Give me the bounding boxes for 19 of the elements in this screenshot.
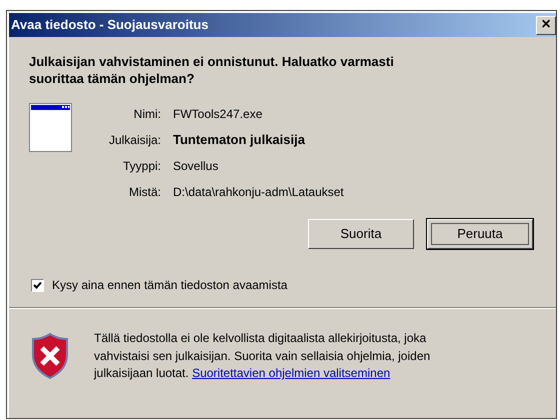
warning-text: Tällä tiedostolla ei ole kelvollista digitaalista allekirjoitusta, joka vahvistaisi sen julkaisijan. Suorita vain sellaisia ohjelmia, joiden julkaisijaan luotat. Suoritettavien ohjelmien valitseminen bbox=[94, 330, 432, 382]
field-value: Sovellus bbox=[173, 158, 218, 175]
window-title: Avaa tiedosto - Suojausvaroitus bbox=[11, 16, 208, 34]
help-link[interactable]: Suoritettavien ohjelmien valitseminen bbox=[192, 366, 390, 380]
field-value: D:\data\rahkonju-adm\Lataukset bbox=[173, 184, 344, 201]
field-label: Julkaisija: bbox=[108, 132, 162, 149]
close-button[interactable]: × bbox=[536, 16, 556, 34]
shield-error-icon bbox=[31, 333, 69, 379]
field-label: Nimi: bbox=[132, 106, 162, 123]
checkbox-label[interactable]: Kysy aina ennen tämän tiedoston avaamista bbox=[52, 276, 288, 294]
checkbox[interactable] bbox=[31, 278, 44, 292]
program-window-icon bbox=[29, 103, 73, 153]
field-value: FWTools247.exe bbox=[173, 106, 262, 123]
field-value: Tuntematon julkaisija bbox=[173, 131, 305, 150]
dialog-button[interactable]: Suorita bbox=[308, 219, 414, 249]
dialog-button[interactable]: Peruuta bbox=[427, 219, 533, 249]
field-label: Mistä: bbox=[128, 184, 162, 201]
warning-heading: Julkaisijan vahvistaminen ei onnistunut. Haluatko varmasti suorittaa tämän ohjelman? bbox=[28, 53, 395, 87]
field-label: Tyyppi: bbox=[122, 158, 162, 175]
